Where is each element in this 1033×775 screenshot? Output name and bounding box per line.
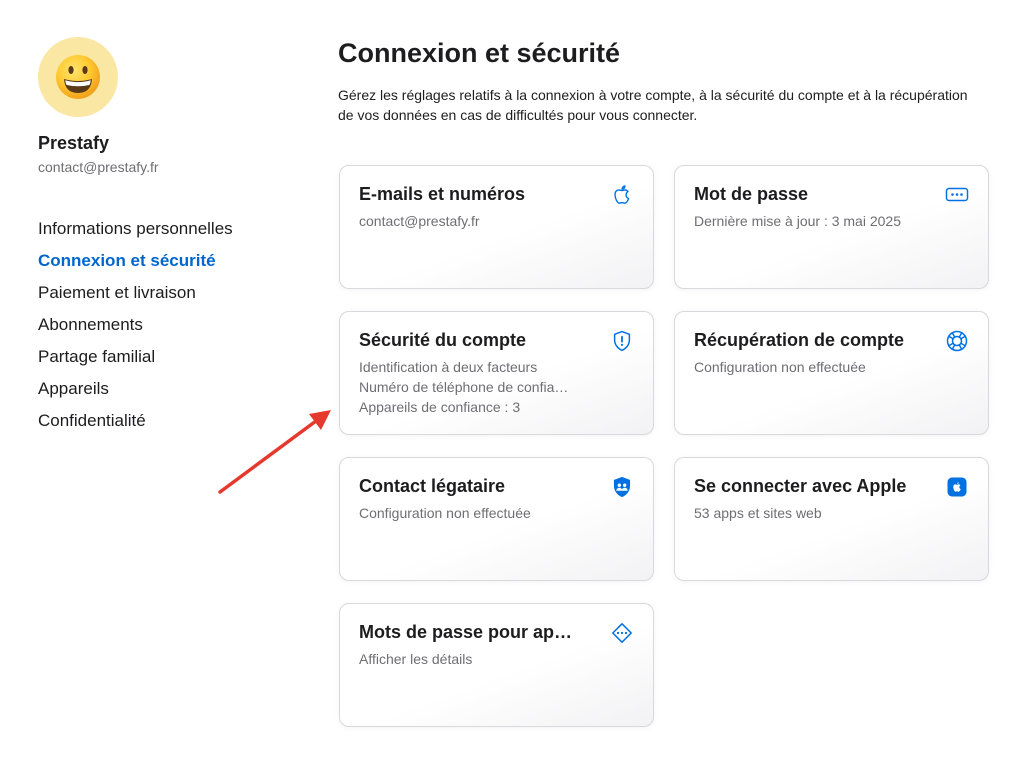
card-detail-line: Numéro de téléphone de confia… [359,379,569,395]
sidebar-item-personal-information[interactable]: Informations personnelles [38,213,233,245]
sidebar-item-devices[interactable]: Appareils [38,373,233,405]
sidebar-nav: Informations personnelles Connexion et s… [38,213,233,437]
card-account-recovery[interactable]: Récupération de compte Configuration non… [674,311,989,435]
card-subtitle: 53 apps et sites web [694,505,822,521]
card-password[interactable]: Mot de passe Dernière mise à jour : 3 ma… [674,165,989,289]
card-subtitle: Afficher les détails [359,651,473,667]
card-app-specific-passwords[interactable]: Mots de passe pour ap… Afficher les déta… [339,603,654,727]
card-detail-line: Identification à deux facteurs [359,359,538,375]
card-sign-in-with-apple[interactable]: Se connecter avec Apple 53 apps et sites… [674,457,989,581]
sidebar-item-payment-and-shipping[interactable]: Paiement et livraison [38,277,233,309]
shield-exclamation-icon [610,329,634,353]
password-field-icon [945,183,969,207]
sidebar-item-family-sharing[interactable]: Partage familial [38,341,233,373]
arrowhead [309,410,331,430]
card-title: Sécurité du compte [359,330,527,350]
sidebar-item-sign-in-and-security[interactable]: Connexion et sécurité [38,245,233,277]
card-legacy-contact[interactable]: Contact légataire Configuration non effe… [339,457,654,581]
diamond-dots-icon [610,621,634,645]
card-title: Contact légataire [359,476,506,496]
settings-card-grid: E-mails et numéros contact@prestafy.fr M… [339,165,989,727]
card-title: Récupération de compte [694,330,905,350]
sidebar-item-subscriptions[interactable]: Abonnements [38,309,233,341]
card-detail-line: Appareils de confiance : 3 [359,399,521,415]
shield-people-icon [610,475,634,499]
profile-email: contact@prestafy.fr [38,159,159,175]
card-subtitle: Dernière mise à jour : 3 mai 2025 [694,213,901,229]
arrow-shaft [218,419,318,494]
card-emails-and-phone-numbers[interactable]: E-mails et numéros contact@prestafy.fr [339,165,654,289]
page: Prestafy contact@prestafy.fr Information… [0,0,1033,775]
apple-square-icon [945,475,969,499]
apple-icon [610,183,634,207]
grinning-face-icon [56,55,100,99]
avatar[interactable] [38,37,118,117]
page-title: Connexion et sécurité [338,38,621,68]
card-title: Se connecter avec Apple [694,476,907,496]
card-title: Mot de passe [694,184,809,204]
sidebar-item-privacy[interactable]: Confidentialité [38,405,233,437]
card-account-security[interactable]: Sécurité du compte Identification à deux… [339,311,654,435]
card-title: E-mails et numéros [359,184,526,204]
page-description: Gérez les réglages relatifs à la connexi… [338,87,968,123]
card-title: Mots de passe pour ap… [359,622,573,642]
card-subtitle: Configuration non effectuée [359,505,531,521]
card-subtitle: Configuration non effectuée [694,359,866,375]
lifebuoy-icon [945,329,969,353]
profile-name: Prestafy [38,133,110,153]
card-subtitle: contact@prestafy.fr [359,213,480,229]
